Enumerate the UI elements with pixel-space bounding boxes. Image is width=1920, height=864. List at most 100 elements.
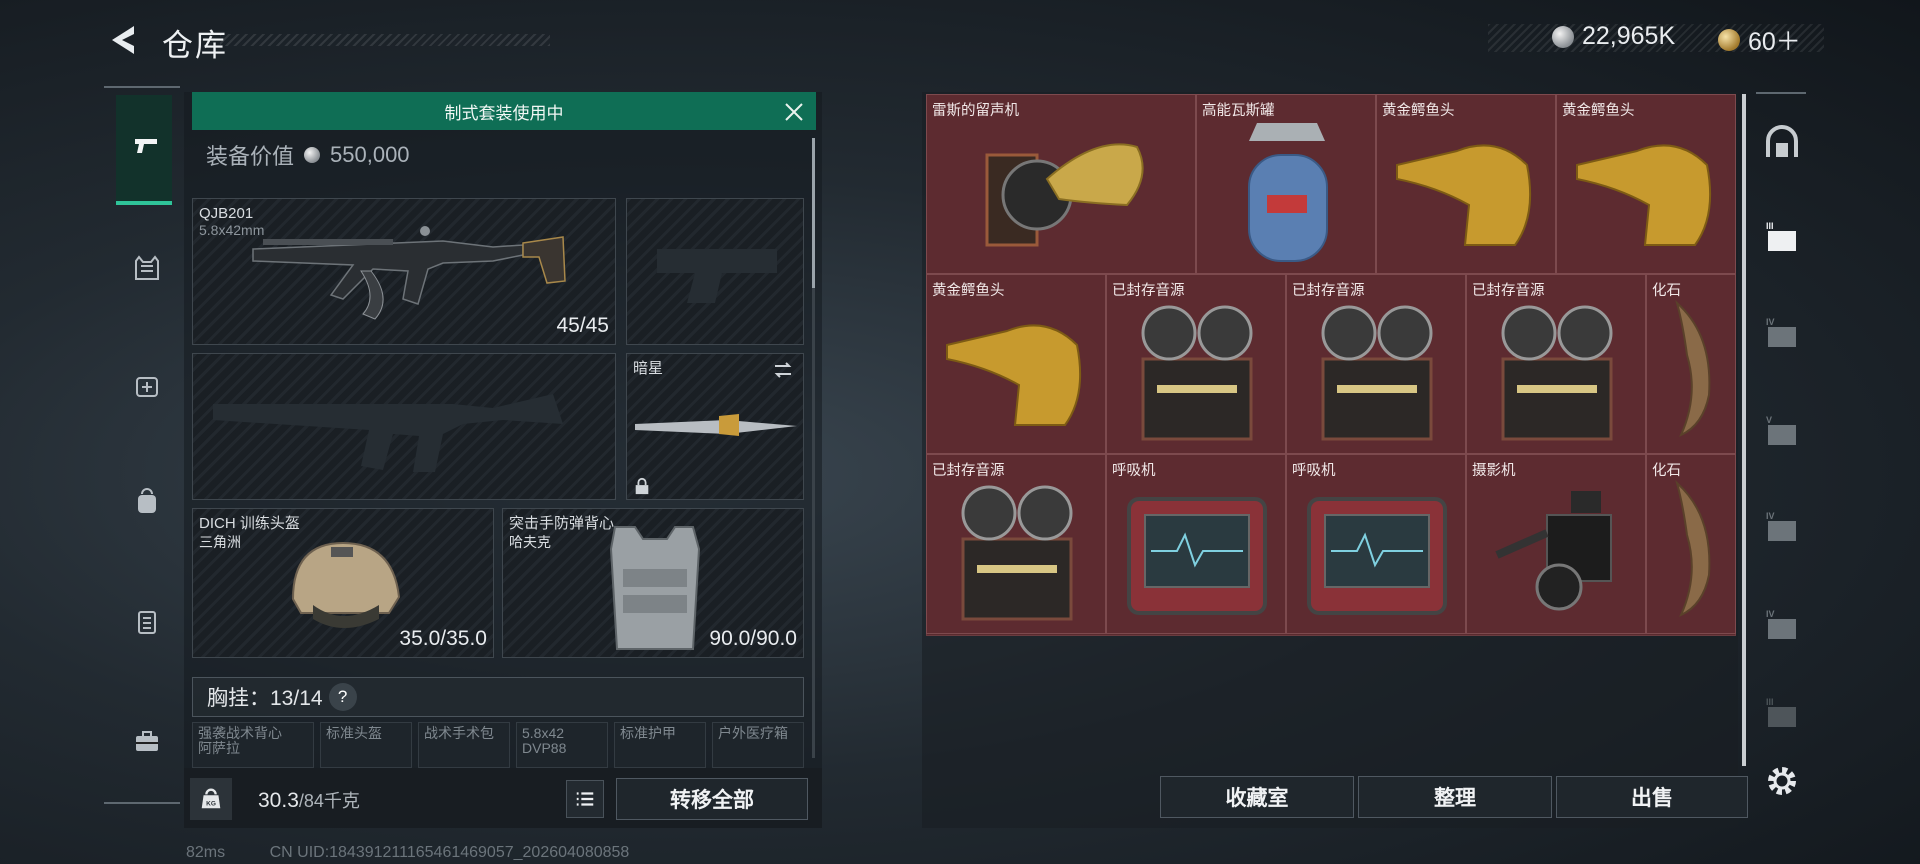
storage-box-icon: IV	[1766, 511, 1796, 541]
secondary-rifle-slot[interactable]	[192, 353, 616, 500]
sort-label: 整理	[1434, 787, 1476, 810]
reel-recorder-icon	[1501, 305, 1613, 441]
vest-icon	[135, 255, 159, 280]
side-rail-divider	[1756, 92, 1806, 94]
melee-slot[interactable]: 暗星	[626, 353, 804, 500]
secondary-weapon-slot[interactable]	[626, 198, 804, 345]
pistol-icon	[135, 139, 157, 153]
kg-label: KG	[206, 801, 216, 808]
stash-item[interactable]: 呼吸机	[1106, 454, 1286, 634]
sort-button[interactable]: 整理	[1358, 776, 1552, 818]
help-button[interactable]: ?	[328, 683, 357, 711]
weight-icon: KG	[190, 778, 232, 820]
helmet-slot[interactable]: DICH 训练头盔 三角洲 35.0/35.0	[192, 508, 494, 658]
gold-croc-head-icon	[1396, 144, 1532, 246]
primary-weapon-slot[interactable]: QJB201 5.8x42mm 45/45	[192, 198, 616, 345]
weapon-ammo-count: 45/45	[556, 314, 609, 337]
rig-slot-sub: DVP88	[522, 740, 567, 756]
gold-coin-icon	[1718, 29, 1740, 51]
stash-scrollbar[interactable]	[1742, 94, 1746, 766]
stash-tab-2[interactable]: IV	[1756, 308, 1808, 358]
tier-label: IV	[1766, 317, 1775, 327]
tier-label: V	[1766, 415, 1772, 425]
rig-slot[interactable]: 标准护甲	[614, 722, 706, 768]
list-icon	[576, 792, 594, 806]
rig-slot-sub: 阿萨拉	[198, 740, 240, 756]
stash-item[interactable]: 已封存音源	[1106, 274, 1286, 454]
gold-croc-head-icon	[1576, 144, 1712, 246]
reel-recorder-icon	[1321, 305, 1433, 441]
chest-rig-bar[interactable]: 胸挂：13/14 ?	[192, 677, 804, 717]
sell-button[interactable]: 出售	[1556, 776, 1748, 818]
stash-tab-4[interactable]: IV	[1756, 502, 1808, 552]
ventilator-icon	[1307, 497, 1447, 615]
stash-tab-main[interactable]	[1756, 118, 1808, 168]
collection-room-label: 收藏室	[1225, 787, 1289, 810]
rig-slot-label: 标准头盔	[326, 725, 382, 741]
stash-item[interactable]: 摄影机	[1466, 454, 1646, 634]
stash-item[interactable]: 已封存音源	[1466, 274, 1646, 454]
stash-item[interactable]: 化石	[1646, 454, 1736, 634]
ping: 82ms	[186, 844, 226, 861]
rig-slot[interactable]: 强袭战术背心 阿萨拉	[192, 722, 314, 768]
kit-banner: 制式套装使用中	[192, 92, 816, 130]
briefcase-icon	[136, 731, 158, 751]
helmet-durability: 35.0/35.0	[399, 627, 487, 650]
collection-room-button[interactable]: 收藏室	[1160, 776, 1354, 818]
rig-slot[interactable]: 标准头盔	[320, 722, 412, 768]
rail-tab-backpack[interactable]	[116, 472, 178, 532]
loadout-scroll-thumb[interactable]	[812, 138, 815, 288]
stash-item[interactable]: 已封存音源	[1286, 274, 1466, 454]
ventilator-icon	[1127, 497, 1267, 615]
stash-item[interactable]: 雷斯的留声机	[926, 94, 1196, 274]
category-rail	[106, 86, 190, 806]
rail-tab-weapons[interactable]	[116, 116, 178, 176]
tier-label: III	[1766, 221, 1774, 231]
fossil-icon	[1675, 480, 1711, 618]
tier-label: IV	[1766, 609, 1775, 619]
rig-slot-label: 战术手术包	[424, 725, 494, 741]
settings-button[interactable]	[1756, 756, 1808, 806]
storage-box-icon: IV	[1766, 317, 1796, 347]
storage-box-icon: V	[1766, 415, 1796, 445]
rail-tab-medical[interactable]	[116, 356, 178, 416]
vault-icon	[1766, 125, 1798, 157]
stash-item[interactable]: 黄金鳄鱼头	[926, 274, 1106, 454]
armor-durability: 90.0/90.0	[709, 627, 797, 650]
rig-slot[interactable]: 战术手术包	[418, 722, 510, 768]
stash-item[interactable]: 黄金鳄鱼头	[1376, 94, 1556, 274]
camera-icon	[1495, 491, 1612, 611]
list-view-button[interactable]	[566, 780, 604, 818]
storage-box-icon: III	[1766, 697, 1796, 727]
stash-item[interactable]: 呼吸机	[1286, 454, 1466, 634]
equip-value-label: 装备价值	[206, 144, 295, 169]
tier-label: III	[1766, 697, 1774, 707]
status-line: 82ms CN UID:184391211165461469057_202604…	[186, 844, 629, 862]
rail-tab-container[interactable]	[116, 592, 178, 652]
transfer-all-button[interactable]: 转移全部	[616, 778, 808, 820]
rig-slot[interactable]: 5.8x42 DVP88	[516, 722, 608, 768]
weight-current: 30.3	[258, 789, 299, 812]
stash-item[interactable]: 高能瓦斯罐	[1196, 94, 1376, 274]
gold-currency[interactable]: 60＋	[1718, 22, 1801, 58]
stash-item[interactable]: 已封存音源	[926, 454, 1106, 634]
rig-slot-label: 户外医疗箱	[718, 725, 788, 741]
rail-tab-armor[interactable]	[116, 238, 178, 298]
rail-tab-case[interactable]	[116, 712, 178, 772]
stash-tab-5[interactable]: IV	[1756, 600, 1808, 650]
equip-value-amount: 550,000	[330, 142, 410, 167]
stash-tab-6[interactable]: III	[1756, 688, 1808, 738]
stash-item[interactable]: 黄金鳄鱼头	[1556, 94, 1736, 274]
armor-slot[interactable]: 突击手防弹背心 哈夫克 90.0/90.0	[502, 508, 804, 658]
backpack-icon	[138, 488, 156, 513]
kit-close-button[interactable]	[780, 98, 808, 126]
back-button[interactable]	[104, 22, 144, 58]
rig-slot[interactable]: 户外医疗箱	[712, 722, 804, 768]
silver-currency: 22,965K	[1552, 22, 1675, 51]
stash-tab-1[interactable]: III	[1756, 212, 1808, 262]
stash-tab-3[interactable]: V	[1756, 406, 1808, 456]
sell-label: 出售	[1631, 787, 1673, 810]
stash-item[interactable]: 化石	[1646, 274, 1736, 454]
equip-value: 装备价值 550,000	[206, 139, 410, 171]
clipboard-icon	[138, 611, 156, 634]
